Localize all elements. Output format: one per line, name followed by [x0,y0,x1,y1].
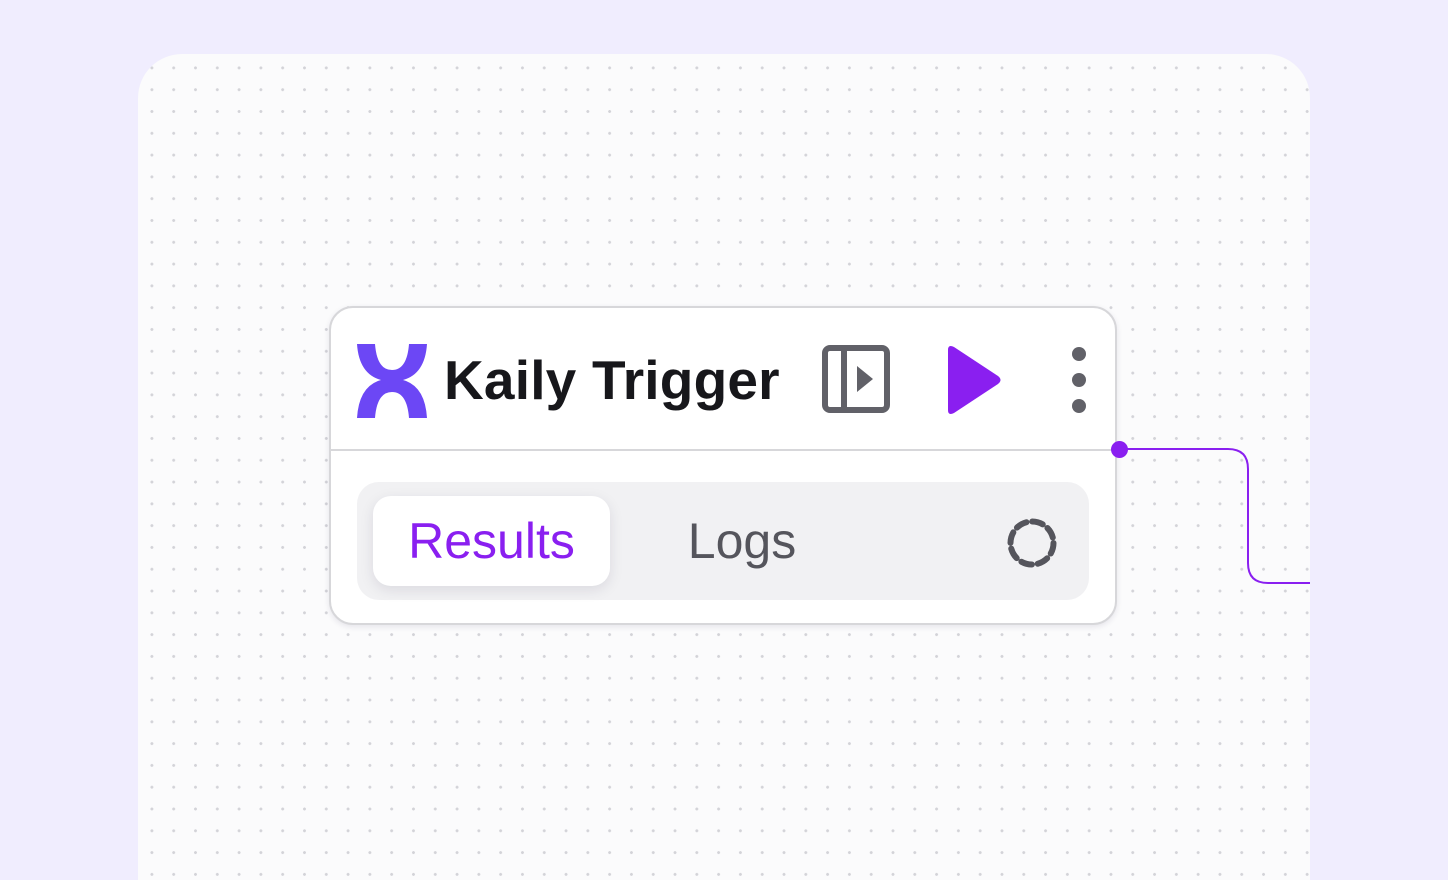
open-panel-button[interactable] [822,345,892,415]
play-icon [948,346,1001,414]
tab-logs[interactable]: Logs [657,496,827,586]
node-title: Kaily Trigger [444,349,780,411]
kaily-logo-icon [357,344,427,418]
more-vertical-icon [1072,347,1086,413]
output-handle[interactable] [1111,441,1128,458]
node-header: Kaily Trigger [331,308,1128,458]
trigger-node[interactable]: Kaily Trigger Results Logs [329,306,1128,625]
more-options-button[interactable] [1059,342,1099,418]
workflow-editor: Kaily Trigger Results Logs [0,0,1448,880]
run-button[interactable] [940,344,1004,416]
tab-results[interactable]: Results [373,496,610,586]
side-panel-icon [822,345,890,413]
loading-spinner-icon [1007,518,1057,568]
node-tabs: Results Logs [357,482,1089,600]
